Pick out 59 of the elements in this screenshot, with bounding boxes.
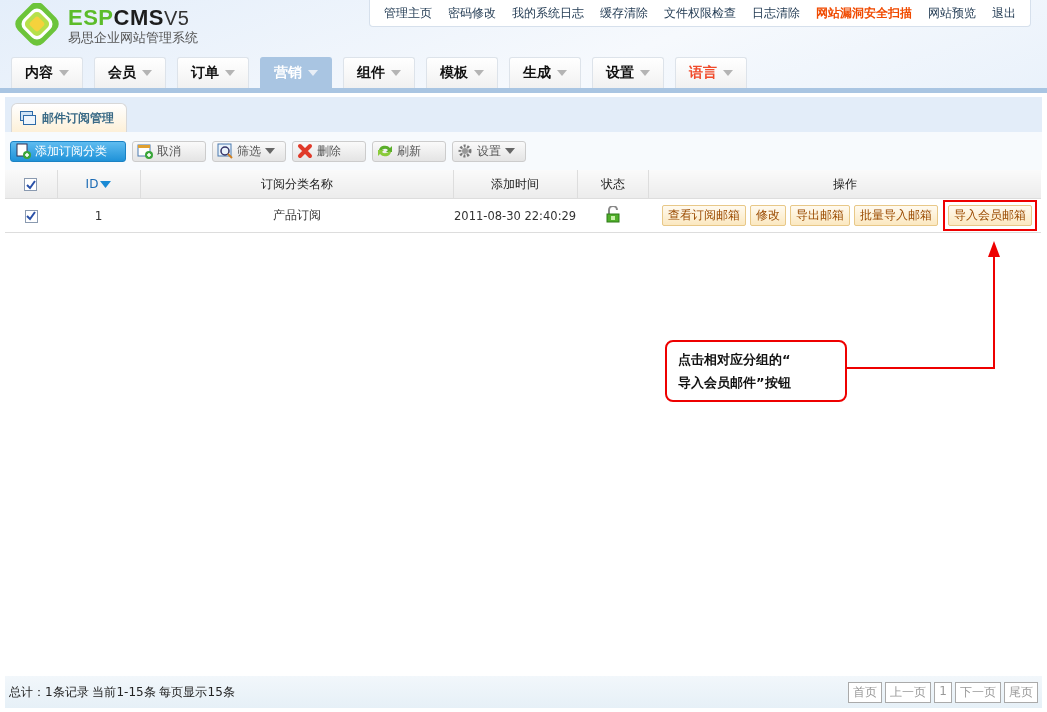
table-cell: 2011-08-30 22:40:29: [454, 208, 577, 223]
brand-name: ESPCMSV5: [68, 6, 191, 30]
column-header[interactable]: 操作: [832, 175, 857, 193]
add-document-icon: [15, 143, 31, 159]
action-button[interactable]: 批量导入邮箱: [854, 205, 938, 226]
gear-icon: [457, 143, 473, 159]
action-button[interactable]: 查看订阅邮箱: [662, 205, 746, 226]
top-link[interactable]: 文件权限检查: [656, 4, 744, 22]
nav-tab[interactable]: 生成: [509, 57, 581, 88]
caret-icon: [142, 70, 152, 76]
refresh-icon: [377, 143, 393, 159]
column-header[interactable]: 订阅分类名称: [260, 175, 333, 193]
top-link[interactable]: 日志清除: [744, 4, 808, 22]
top-link[interactable]: 退出: [984, 4, 1024, 22]
unlocked-padlock-icon[interactable]: [605, 205, 620, 223]
table-cell: 1: [94, 208, 103, 223]
magnifier-icon: [217, 143, 233, 159]
caret-icon: [640, 70, 650, 76]
nav-tab[interactable]: 会员: [94, 57, 166, 88]
toolbar-button[interactable]: 取消: [132, 140, 206, 162]
caret-icon: [505, 148, 515, 154]
top-link[interactable]: 密码修改: [440, 4, 504, 22]
nav-tab[interactable]: 内容: [11, 57, 83, 88]
brand-subtitle: 易思企业网站管理系统: [68, 30, 198, 46]
nav-tab[interactable]: 订单: [177, 57, 249, 88]
callout-note: 点击相对应分组的“ 导入会员邮件”按钮: [665, 340, 847, 402]
toolbar-button[interactable]: 设置: [452, 140, 526, 162]
panel-tab[interactable]: 邮件订阅管理: [11, 103, 127, 132]
table-cell: 产品订阅: [272, 208, 321, 222]
caret-icon: [59, 70, 69, 76]
top-link[interactable]: 管理主页: [376, 4, 440, 22]
toolbar-button[interactable]: 筛选: [212, 140, 286, 162]
toolbar-button[interactable]: 刷新: [372, 140, 446, 162]
caret-icon: [557, 70, 567, 76]
top-link[interactable]: 缓存清除: [592, 4, 656, 22]
action-button[interactable]: 导出邮箱: [790, 205, 850, 226]
top-link[interactable]: 网站预览: [920, 4, 984, 22]
record-summary: 总计：1条记录 当前1-15条 每页显示15条: [9, 683, 235, 701]
nav-tab[interactable]: 组件: [343, 57, 415, 88]
table-add-icon: [137, 143, 153, 159]
column-header[interactable]: ID: [85, 177, 112, 191]
nav-tab[interactable]: 模板: [426, 57, 498, 88]
caret-icon: [391, 70, 401, 76]
caret-icon: [474, 70, 484, 76]
caret-icon: [265, 148, 275, 154]
checkbox[interactable]: [24, 209, 38, 223]
nav-tab[interactable]: 设置: [592, 57, 664, 88]
caret-icon: [308, 70, 318, 76]
sort-down-icon: [100, 180, 112, 188]
action-button[interactable]: 修改: [750, 205, 786, 226]
top-link[interactable]: 网站漏洞安全扫描: [808, 4, 920, 22]
toolbar-button[interactable]: 删除: [292, 140, 366, 162]
action-button[interactable]: 导入会员邮箱: [948, 205, 1032, 226]
delete-icon: [297, 143, 313, 159]
top-link[interactable]: 我的系统日志: [504, 4, 592, 22]
caret-icon: [225, 70, 235, 76]
window-icon: [20, 111, 36, 125]
checkbox[interactable]: [24, 178, 38, 191]
caret-icon: [723, 70, 733, 76]
